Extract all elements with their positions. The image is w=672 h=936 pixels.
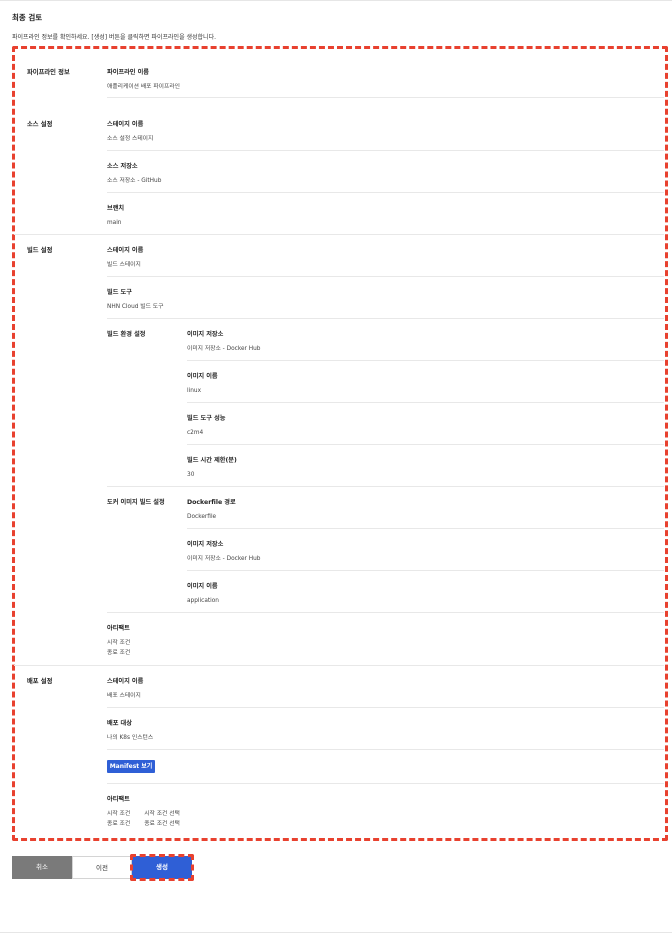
row-divider [107,486,664,487]
field-value: 소스 저장소 - GitHub [107,178,162,184]
field-label: 이미지 이름 [187,373,218,380]
field-label: 아티팩트 [107,625,130,632]
field-label: 스테이지 이름 [107,121,144,128]
section-title-source: 소스 설정 [27,121,53,128]
row-divider [107,707,664,708]
cancel-button[interactable]: 취소 [12,856,72,879]
field-value: 빌드 스테이지 [107,262,141,268]
subsection-docker: 도커 이미지 빌드 설정 [107,497,165,506]
section-divider [107,97,664,98]
subsection-title: 도커 이미지 빌드 설정 [107,499,165,506]
top-divider [0,0,672,1]
row-divider [187,360,664,361]
field-value: main [107,220,122,226]
field-env-image-name: 이미지 이름 linux [187,371,218,396]
artifact-end-value: 종료 조건 선택 [144,821,180,827]
field-label: 이미지 저장소 [187,541,224,548]
field-docker-image-repo: 이미지 저장소 이미지 저장소 - Docker Hub [187,539,260,564]
row-divider [187,570,664,571]
subsection-title: 빌드 환경 설정 [107,331,146,338]
field-value: 30 [187,472,195,478]
field-value: 배포 스테이지 [107,693,141,699]
artifact-start-key: 시작 조건 [107,811,131,817]
section-title-pipeline-info: 파이프라인 정보 [27,69,70,76]
field-build-stage: 스테이지 이름 빌드 스테이지 [107,245,143,270]
field-value: linux [187,388,201,394]
field-value: 이미지 저장소 - Docker Hub [187,556,261,562]
row-divider [107,612,664,613]
field-label: 아티팩트 [107,796,130,803]
field-env-timeout: 빌드 시간 제한(분) 30 [187,455,237,480]
field-label: 스테이지 이름 [107,678,144,685]
field-build-tool: 빌드 도구 NHN Cloud 빌드 도구 [107,287,163,312]
field-docker-dockerfile: Dockerfile 경로 Dockerfile [187,497,236,522]
row-divider [187,528,664,529]
field-docker-image-name: 이미지 이름 application [187,581,219,606]
section-divider [14,234,664,235]
artifact-end: 종료 조건 [107,650,131,656]
field-value: c2m4 [187,430,204,436]
field-label: 빌드 시간 제한(분) [187,457,237,464]
artifact-start: 시작 조건 [107,640,131,646]
field-deploy-artifact: 아티팩트 시작 조건 시작 조건 선택 종료 조건 종료 조건 선택 [107,794,180,829]
section-divider [14,665,664,666]
field-label: 이미지 이름 [187,583,218,590]
field-build-artifact: 아티팩트 시작 조건 종료 조건 [107,623,130,658]
field-value: application [187,598,219,604]
row-divider [107,150,664,151]
row-divider [187,402,664,403]
field-source-stage: 스테이지 이름 소스 설정 스테이지 [107,119,153,144]
field-pipeline-name: 파이프라인 이름 애플리케이션 배포 파이프라인 [107,67,180,92]
row-divider [107,276,664,277]
row-divider [107,192,664,193]
section-title-deploy: 배포 설정 [27,678,53,685]
field-value: Dockerfile [187,514,217,520]
artifact-start-row: 시작 조건 시작 조건 선택 [107,809,180,819]
section-title-build: 빌드 설정 [27,247,53,254]
field-env-image-repo: 이미지 저장소 이미지 저장소 - Docker Hub [187,329,260,354]
field-label: 이미지 저장소 [187,331,224,338]
artifact-start-value: 시작 조건 선택 [144,811,180,817]
field-deploy-stage: 스테이지 이름 배포 스테이지 [107,676,143,701]
field-value: NHN Cloud 빌드 도구 [107,304,164,310]
field-label: 배포 대상 [107,720,132,727]
artifact-end-row: 종료 조건 종료 조건 선택 [107,819,180,829]
previous-button[interactable]: 이전 [72,856,132,879]
field-label: 스테이지 이름 [107,247,144,254]
row-divider [107,749,664,750]
create-button[interactable]: 생성 [132,856,192,879]
bottom-divider [0,932,672,933]
row-divider [107,318,664,319]
page-description: 파이프라인 정보를 확인하세요. [생성] 버튼을 클릭하면 파이프라인을 생성… [12,34,217,41]
field-label: Dockerfile 경로 [187,499,236,506]
manifest-view-button[interactable]: Manifest 보기 [107,760,155,773]
row-divider [187,444,664,445]
field-label: 소스 저장소 [107,163,138,170]
row-divider [107,783,664,784]
field-source-repo: 소스 저장소 소스 저장소 - GitHub [107,161,161,186]
field-value: 소스 설정 스테이지 [107,136,154,142]
field-label: 빌드 도구 성능 [187,415,226,422]
field-value: 나의 K8s 인스턴스 [107,735,154,741]
field-value: 애플리케이션 배포 파이프라인 [107,84,181,90]
field-value: 이미지 저장소 - Docker Hub [187,346,261,352]
field-label: 브랜치 [107,205,125,212]
artifact-end-key: 종료 조건 [107,821,131,827]
field-source-branch: 브랜치 main [107,203,124,228]
field-env-performance: 빌드 도구 성능 c2m4 [187,413,225,438]
field-label: 빌드 도구 [107,289,132,296]
field-deploy-target: 배포 대상 나의 K8s 인스턴스 [107,718,153,743]
field-label: 파이프라인 이름 [107,69,150,76]
subsection-build-env: 빌드 환경 설정 [107,329,145,338]
page-title: 최종 검토 [12,13,43,22]
